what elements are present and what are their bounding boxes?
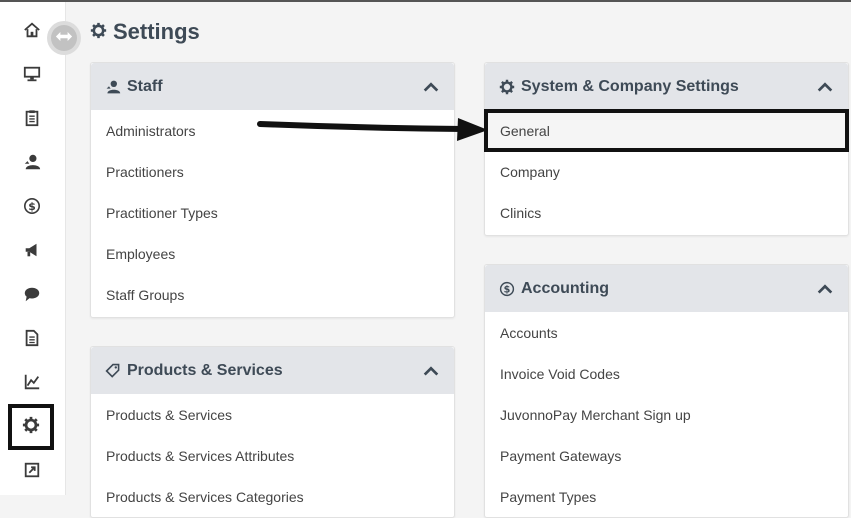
system-item-general[interactable]: General bbox=[484, 109, 849, 152]
accounting-list: Accounts Invoice Void Codes JuvonnoPay M… bbox=[485, 312, 848, 517]
sidebar-item-marketing[interactable] bbox=[12, 238, 52, 266]
staff-panel: Staff Administrators Practitioners Pract… bbox=[90, 62, 455, 318]
gear-icon bbox=[90, 19, 107, 45]
sidebar-item-clipboard[interactable] bbox=[12, 106, 52, 134]
user-icon bbox=[23, 153, 41, 176]
chevron-up-icon[interactable] bbox=[816, 280, 834, 298]
sidebar-item-billing[interactable]: $ bbox=[12, 194, 52, 222]
accounting-panel: $ Accounting Accounts Invoice Void Codes… bbox=[484, 264, 849, 518]
accounting-item-payment-gateways[interactable]: Payment Gateways bbox=[485, 435, 848, 476]
system-company-list: General Company Clinics bbox=[484, 109, 849, 233]
products-item-products-services[interactable]: Products & Services bbox=[91, 394, 454, 435]
external-link-icon bbox=[23, 461, 41, 484]
accounting-item-accounts[interactable]: Accounts bbox=[485, 312, 848, 353]
svg-text:$: $ bbox=[28, 200, 36, 213]
products-services-panel-title: Products & Services bbox=[127, 361, 283, 379]
accounting-panel-title: Accounting bbox=[521, 279, 609, 297]
document-icon bbox=[23, 329, 41, 352]
chat-icon bbox=[23, 285, 41, 308]
chevron-up-icon[interactable] bbox=[816, 78, 834, 96]
sidebar-item-messages[interactable] bbox=[12, 282, 52, 310]
chevron-up-icon[interactable] bbox=[422, 78, 440, 96]
products-services-panel-header[interactable]: Products & Services bbox=[91, 347, 454, 394]
gear-icon bbox=[22, 416, 40, 439]
sidebar-item-staff[interactable] bbox=[12, 150, 52, 178]
sidebar-item-external[interactable] bbox=[12, 458, 52, 486]
dollar-icon: $ bbox=[23, 197, 41, 220]
products-item-attributes[interactable]: Products & Services Attributes bbox=[91, 435, 454, 476]
products-item-categories[interactable]: Products & Services Categories bbox=[91, 476, 454, 517]
chart-icon bbox=[23, 373, 41, 396]
annotation-arrow bbox=[257, 118, 488, 141]
sidebar-item-reports[interactable] bbox=[12, 370, 52, 398]
user-icon bbox=[105, 79, 121, 95]
home-icon bbox=[23, 21, 41, 44]
sidebar-item-monitor[interactable] bbox=[12, 62, 52, 90]
sidebar-collapse-toggle[interactable] bbox=[47, 21, 81, 55]
sidebar-item-home[interactable] bbox=[12, 18, 52, 46]
staff-panel-title: Staff bbox=[127, 77, 163, 95]
megaphone-icon bbox=[23, 241, 41, 264]
expand-arrows-icon bbox=[55, 29, 73, 47]
page-title-text: Settings bbox=[113, 19, 200, 44]
accounting-item-payment-types[interactable]: Payment Types bbox=[485, 476, 848, 517]
sidebar: $ bbox=[0, 2, 66, 495]
tag-icon bbox=[105, 363, 121, 379]
monitor-icon bbox=[23, 65, 41, 88]
gear-icon bbox=[499, 79, 515, 95]
page-title: Settings bbox=[90, 16, 200, 48]
products-services-list: Products & Services Products & Services … bbox=[91, 394, 454, 517]
system-company-panel: System & Company Settings General Compan… bbox=[484, 62, 849, 236]
system-company-panel-header[interactable]: System & Company Settings bbox=[485, 63, 848, 110]
accounting-item-invoice-void-codes[interactable]: Invoice Void Codes bbox=[485, 353, 848, 394]
svg-text:$: $ bbox=[504, 284, 511, 295]
chevron-up-icon[interactable] bbox=[422, 362, 440, 380]
system-company-panel-title: System & Company Settings bbox=[521, 77, 739, 95]
accounting-item-juvonnopay-signup[interactable]: JuvonnoPay Merchant Sign up bbox=[485, 394, 848, 435]
sidebar-item-settings[interactable] bbox=[8, 404, 54, 450]
staff-item-practitioner-types[interactable]: Practitioner Types bbox=[91, 192, 454, 233]
products-services-panel: Products & Services Products & Services … bbox=[90, 346, 455, 518]
staff-item-staff-groups[interactable]: Staff Groups bbox=[91, 274, 454, 315]
system-item-clinics[interactable]: Clinics bbox=[485, 192, 848, 233]
staff-item-employees[interactable]: Employees bbox=[91, 233, 454, 274]
dollar-icon: $ bbox=[499, 281, 515, 297]
system-item-company[interactable]: Company bbox=[485, 151, 848, 192]
sidebar-item-documents[interactable] bbox=[12, 326, 52, 354]
clipboard-icon bbox=[23, 109, 41, 132]
staff-panel-header[interactable]: Staff bbox=[91, 63, 454, 110]
accounting-panel-header[interactable]: $ Accounting bbox=[485, 265, 848, 312]
top-border bbox=[0, 0, 851, 2]
staff-item-practitioners[interactable]: Practitioners bbox=[91, 151, 454, 192]
